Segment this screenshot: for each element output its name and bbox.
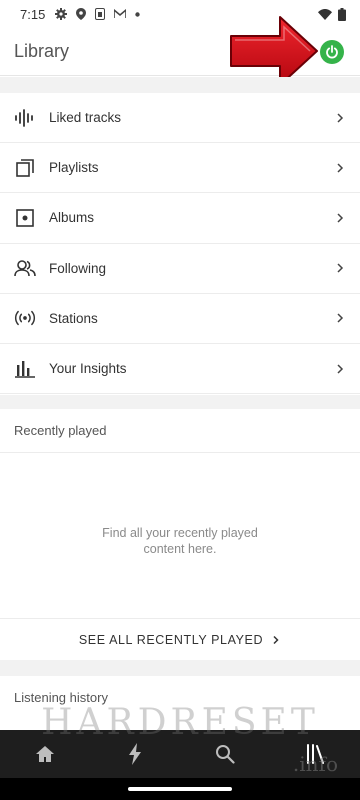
menu-item-label: Your Insights xyxy=(49,361,127,377)
section-title: Listening history xyxy=(14,689,108,705)
nav-stream-button[interactable] xyxy=(115,734,155,774)
chevron-right-icon xyxy=(337,313,344,323)
menu-item-label: Albums xyxy=(49,210,95,226)
settings-icon xyxy=(55,8,68,20)
menu-item-following[interactable]: Following xyxy=(0,244,360,294)
empty-message-line: Find all your recently played xyxy=(102,526,258,540)
library-icon xyxy=(307,744,324,764)
menu-item-albums[interactable]: Albums xyxy=(0,193,360,244)
chevron-right-icon xyxy=(273,635,279,644)
lightning-icon xyxy=(129,743,141,765)
library-menu: Liked tracks Playlists Albums Following … xyxy=(0,93,360,395)
menu-item-label: Following xyxy=(49,260,107,276)
bar-chart-icon xyxy=(14,358,36,380)
recently-played-empty-message: Find all your recently played content he… xyxy=(0,525,360,557)
menu-item-stations[interactable]: Stations xyxy=(0,294,360,344)
menu-item-liked-tracks[interactable]: Liked tracks xyxy=(0,93,360,144)
battery-icon xyxy=(338,7,346,21)
page-title: Library xyxy=(14,41,70,61)
power-icon xyxy=(326,45,338,59)
playlists-icon xyxy=(14,157,36,179)
menu-item-label: Stations xyxy=(49,310,98,326)
chevron-right-icon xyxy=(337,364,344,374)
home-icon xyxy=(36,746,54,762)
section-title: Recently played xyxy=(14,423,107,438)
dot-icon xyxy=(135,11,141,17)
see-all-recently-played-button[interactable]: SEE ALL RECENTLY PLAYED xyxy=(0,618,360,660)
nav-library-button[interactable] xyxy=(295,734,335,774)
gesture-bar xyxy=(0,778,360,800)
nav-home-button[interactable] xyxy=(25,734,65,774)
status-time: 7:15 xyxy=(20,6,46,22)
menu-item-label: Playlists xyxy=(49,160,99,176)
nav-search-button[interactable] xyxy=(205,734,245,774)
listening-history-heading: Listening history xyxy=(0,676,360,718)
chevron-right-icon xyxy=(337,213,344,223)
see-all-label: SEE ALL RECENTLY PLAYED xyxy=(78,632,264,647)
empty-message-line: content here. xyxy=(143,542,217,556)
waveform-icon xyxy=(14,107,36,129)
menu-item-playlists[interactable]: Playlists xyxy=(0,143,360,194)
section-divider xyxy=(0,660,360,676)
recently-played-heading: Recently played xyxy=(0,409,360,453)
section-divider xyxy=(0,395,360,409)
chevron-right-icon xyxy=(337,163,344,173)
chevron-right-icon xyxy=(337,113,344,123)
location-icon xyxy=(76,8,87,20)
wifi-icon xyxy=(318,8,332,20)
menu-item-your-insights[interactable]: Your Insights xyxy=(0,344,360,395)
chevron-right-icon xyxy=(337,263,344,273)
people-icon xyxy=(14,257,36,279)
sim-icon xyxy=(95,8,106,20)
home-indicator[interactable] xyxy=(128,787,232,791)
album-icon xyxy=(14,207,36,229)
section-divider xyxy=(0,77,360,93)
broadcast-icon xyxy=(14,307,36,329)
search-icon xyxy=(216,745,235,764)
email-icon xyxy=(114,9,127,19)
bottom-navigation xyxy=(0,730,360,778)
menu-item-label: Liked tracks xyxy=(49,110,122,126)
power-button[interactable] xyxy=(320,40,344,64)
